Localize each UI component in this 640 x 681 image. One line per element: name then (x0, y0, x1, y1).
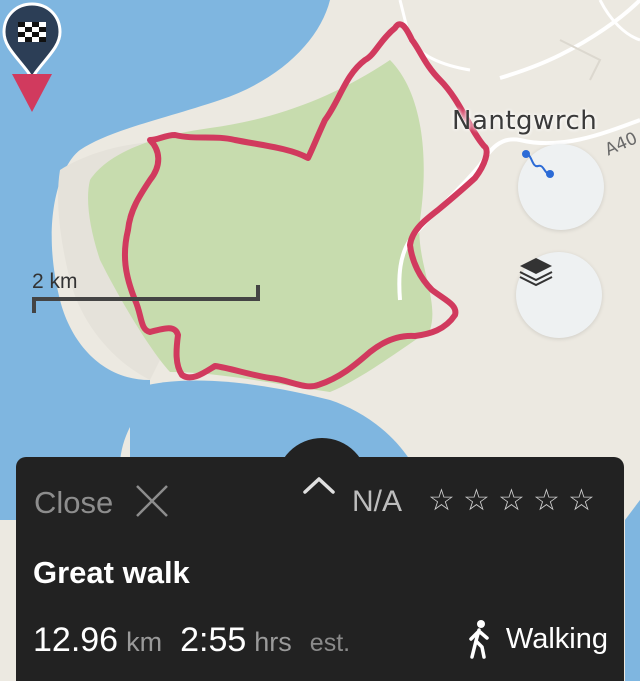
close-label[interactable]: Close (34, 485, 113, 521)
duration-value: 2:55 (180, 621, 247, 659)
water-body-east (625, 500, 640, 681)
route-stats: 12.96 km 2:55 hrs est. (33, 621, 350, 660)
layers-icon (519, 258, 553, 287)
scale-tick (32, 297, 36, 313)
route-arrow-icon (12, 74, 52, 112)
estimate-label: est. (309, 629, 351, 657)
scale-tick (256, 285, 260, 301)
star-icon[interactable]: ☆ (426, 483, 457, 519)
place-label: Nantgwrch (452, 106, 598, 136)
activity-type[interactable]: Walking (464, 619, 608, 659)
star-icon[interactable]: ☆ (496, 483, 527, 519)
star-icon[interactable]: ☆ (461, 483, 492, 519)
chevron-up-icon[interactable] (302, 475, 336, 495)
route-button[interactable] (518, 144, 604, 230)
route-icon (522, 150, 554, 178)
duration-unit: hrs (254, 627, 292, 657)
close-icon[interactable] (134, 483, 170, 519)
route-detail-sheet: Close N/A ☆ ☆ ☆ ☆ ☆ Great walk 12.96 km … (16, 457, 624, 681)
finish-marker[interactable] (0, 0, 64, 120)
activity-label: Walking (505, 622, 608, 655)
walking-icon (469, 620, 489, 659)
scale-line (32, 297, 260, 301)
rating-label: N/A (352, 485, 403, 518)
road (499, 0, 640, 80)
star-icon[interactable]: ☆ (531, 483, 562, 519)
scale-bar: 2 km (32, 268, 264, 316)
distance-value: 12.96 (33, 621, 119, 659)
star-icon[interactable]: ☆ (566, 483, 597, 519)
water-body-south (130, 380, 410, 460)
star-rating[interactable]: ☆ ☆ ☆ ☆ ☆ (426, 483, 597, 519)
checkered-flag-icon (18, 22, 46, 42)
distance-unit: km (126, 627, 163, 657)
layers-button[interactable] (516, 252, 602, 338)
route-title: Great walk (33, 555, 190, 590)
scale-label: 2 km (32, 270, 78, 293)
